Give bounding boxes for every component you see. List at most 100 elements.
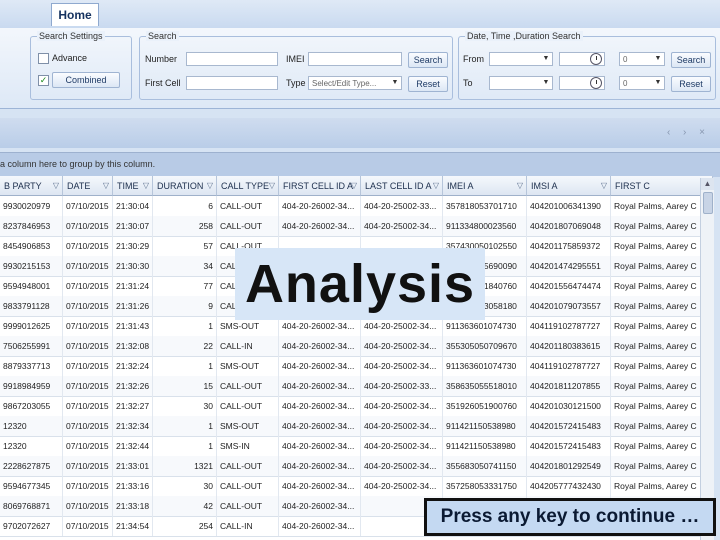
table-cell: CALL-OUT (217, 216, 279, 236)
table-cell: 404-20-26002-34... (279, 336, 361, 356)
table-cell: 404119102787727 (527, 316, 611, 336)
filter-icon[interactable]: ▽ (53, 176, 59, 195)
advance-checkbox[interactable] (38, 53, 49, 64)
table-cell: 9833791128 (0, 296, 63, 316)
table-row[interactable]: 8237846953 07/10/2015 21:30:07 258 CALL-OUT 4… (0, 216, 713, 237)
table-cell: 1 (153, 316, 217, 336)
column-header-label: TIME (117, 181, 139, 191)
reset-button[interactable]: Reset (408, 76, 448, 92)
to-date-input[interactable]: ▼ (489, 76, 553, 90)
table-row[interactable]: 9930020979 07/10/2015 21:30:04 6 CALL-OUT 404… (0, 196, 713, 217)
column-header[interactable]: IMEI A ▽ (443, 176, 527, 196)
first-cell-input[interactable] (186, 76, 278, 90)
table-row[interactable]: 12320 07/10/2015 21:32:34 1 SMS-OUT 404-20-26… (0, 416, 713, 437)
combined-checkbox[interactable]: ✓ (38, 75, 49, 86)
chevron-down-icon[interactable]: ▼ (652, 77, 664, 89)
filter-icon[interactable]: ▽ (433, 176, 439, 195)
clock-icon[interactable] (590, 53, 602, 65)
table-cell: 404-20-26002-34... (279, 356, 361, 376)
advance-label: Advance (52, 53, 88, 63)
filter-icon[interactable]: ▽ (207, 176, 213, 195)
scroll-up-icon[interactable]: ▲ (701, 178, 714, 190)
vertical-scrollbar[interactable]: ▲ (700, 178, 714, 540)
chevron-down-icon[interactable]: ▼ (389, 77, 401, 89)
column-header[interactable]: DATE ▽ (63, 176, 113, 196)
table-cell: 9702072627 (0, 516, 63, 536)
table-cell: 1 (153, 416, 217, 436)
filter-icon[interactable]: ▽ (103, 176, 109, 195)
column-header[interactable]: IMSI A ▽ (527, 176, 611, 196)
chevron-down-icon[interactable]: ▼ (540, 53, 552, 65)
date-search-button[interactable]: Search (671, 52, 711, 68)
table-cell: Royal Palms, Aarey C (611, 316, 713, 336)
table-cell: SMS-IN (217, 436, 279, 456)
table-row[interactable]: 9918984959 07/10/2015 21:32:26 15 CALL-OUT 40… (0, 376, 713, 397)
column-header[interactable]: DURATION ▽ (153, 176, 217, 196)
scroll-thumb[interactable] (703, 192, 713, 214)
from-seconds-value: 0 (623, 55, 628, 64)
table-cell: 42 (153, 496, 217, 516)
table-cell: 07/10/2015 (63, 316, 113, 336)
filter-icon[interactable]: ▽ (143, 176, 149, 195)
table-cell: Royal Palms, Aarey C (611, 236, 713, 256)
search-button[interactable]: Search (408, 52, 448, 68)
to-seconds-input[interactable]: 0 ▼ (619, 76, 665, 90)
table-cell: CALL-OUT (217, 396, 279, 416)
group-by-panel[interactable]: a column here to group by this column. (0, 152, 720, 177)
table-cell: 12320 (0, 416, 63, 436)
table-cell: CALL-OUT (217, 476, 279, 496)
table-cell: CALL-OUT (217, 196, 279, 216)
table-cell: 404-20-26002-34... (279, 216, 361, 236)
table-cell: 9 (153, 296, 217, 316)
filter-icon[interactable]: ▽ (517, 176, 523, 195)
table-cell: 404-20-26002-34... (279, 416, 361, 436)
ribbon: Search Settings Advance ✓ Combined Searc… (0, 28, 720, 109)
tab-scroll-arrows[interactable]: ‹ › × (667, 127, 710, 138)
filter-icon[interactable]: ▽ (601, 176, 607, 195)
column-header-label: LAST CELL ID A (365, 181, 432, 191)
column-header[interactable]: FIRST C (611, 176, 713, 196)
type-select[interactable]: Select/Edit Type... ▼ (308, 76, 402, 90)
filter-icon[interactable]: ▽ (351, 176, 357, 195)
table-cell: 404-20-26002-34... (279, 376, 361, 396)
table-cell: 6 (153, 196, 217, 216)
chevron-down-icon[interactable]: ▼ (652, 53, 664, 65)
table-cell: 07/10/2015 (63, 376, 113, 396)
filter-icon[interactable]: ▽ (269, 176, 275, 195)
table-cell: 404-20-25002-34... (361, 436, 443, 456)
table-cell: 404201006341390 (527, 196, 611, 216)
table-row[interactable]: 7506255991 07/10/2015 21:32:08 22 CALL-IN 404… (0, 336, 713, 357)
column-header[interactable]: TIME ▽ (113, 176, 153, 196)
table-row[interactable]: 9594677345 07/10/2015 21:33:16 30 CALL-OUT 40… (0, 476, 713, 497)
column-header[interactable]: LAST CELL ID A ▽ (361, 176, 443, 196)
column-header[interactable]: CALL TYPE ▽ (217, 176, 279, 196)
chevron-down-icon[interactable]: ▼ (540, 77, 552, 89)
table-row[interactable]: 9867203055 07/10/2015 21:32:27 30 CALL-OUT 40… (0, 396, 713, 417)
table-cell: 21:32:24 (113, 356, 153, 376)
table-cell: Royal Palms, Aarey C (611, 356, 713, 376)
document-tab-strip: ‹ › × (0, 118, 720, 148)
clock-icon[interactable] (590, 77, 602, 89)
table-cell: 404201807069048 (527, 216, 611, 236)
date-reset-button[interactable]: Reset (671, 76, 711, 92)
table-cell: 07/10/2015 (63, 196, 113, 216)
from-date-input[interactable]: ▼ (489, 52, 553, 66)
table-row[interactable]: 8879337713 07/10/2015 21:32:24 1 SMS-OUT 404-… (0, 356, 713, 377)
table-cell: 404-20-26002-34... (279, 516, 361, 536)
table-row[interactable]: 12320 07/10/2015 21:32:44 1 SMS-IN 404-20-260… (0, 436, 713, 457)
imei-input[interactable] (308, 52, 402, 66)
combined-button[interactable]: Combined (52, 72, 120, 88)
table-row[interactable]: 2228627875 07/10/2015 21:33:01 1321 CALL-OUT… (0, 456, 713, 477)
column-header[interactable]: FIRST CELL ID A ▽ (279, 176, 361, 196)
tab-home[interactable]: Home (51, 3, 99, 26)
column-header-label: B PARTY (4, 181, 42, 191)
number-label: Number (145, 54, 178, 64)
table-cell: 07/10/2015 (63, 496, 113, 516)
number-input[interactable] (186, 52, 278, 66)
from-seconds-input[interactable]: 0 ▼ (619, 52, 665, 66)
table-cell: 8237846953 (0, 216, 63, 236)
table-cell: Royal Palms, Aarey C (611, 456, 713, 476)
table-cell: 404-20-25002-34... (361, 476, 443, 496)
column-header[interactable]: B PARTY ▽ (0, 176, 63, 196)
analysis-title: Analysis (235, 248, 485, 320)
